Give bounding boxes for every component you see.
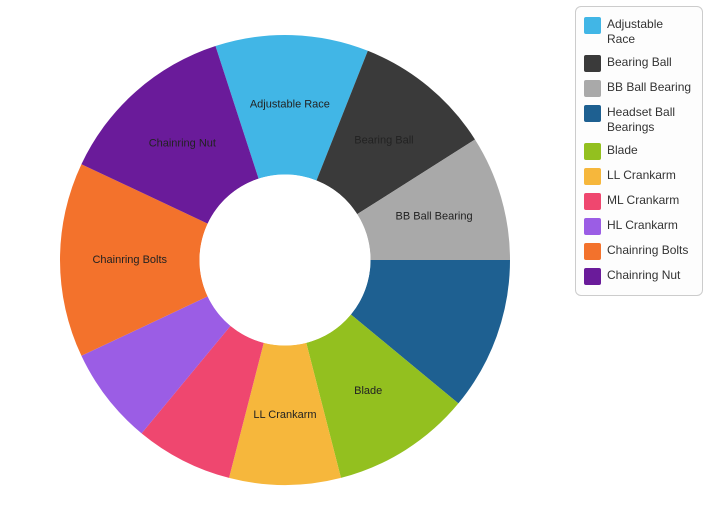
legend-label: Adjustable Race <box>607 17 694 47</box>
legend-label: HL Crankarm <box>607 218 694 233</box>
legend-swatch <box>584 268 601 285</box>
legend-swatch <box>584 193 601 210</box>
legend-swatch <box>584 105 601 122</box>
legend-item[interactable]: Blade <box>582 139 696 164</box>
legend-swatch <box>584 243 601 260</box>
legend-item[interactable]: Adjustable Race <box>582 13 696 51</box>
legend-label: Blade <box>607 143 694 158</box>
legend-item[interactable]: HL Crankarm <box>582 214 696 239</box>
legend-label: Bearing Ball <box>607 55 694 70</box>
legend-label: LL Crankarm <box>607 168 694 183</box>
donut-hole <box>200 175 371 346</box>
legend-item[interactable]: Headset Ball Bearings <box>582 101 696 139</box>
legend-label: Chainring Nut <box>607 268 694 283</box>
legend: Adjustable Race Bearing Ball BB Ball Beari… <box>575 6 703 296</box>
legend-swatch <box>584 168 601 185</box>
legend-label: Headset Ball Bearings <box>607 105 694 135</box>
legend-item[interactable]: Chainring Bolts <box>582 239 696 264</box>
legend-swatch <box>584 80 601 97</box>
legend-label: BB Ball Bearing <box>607 80 694 95</box>
legend-swatch <box>584 218 601 235</box>
legend-item[interactable]: ML Crankarm <box>582 189 696 214</box>
legend-item[interactable]: LL Crankarm <box>582 164 696 189</box>
legend-item[interactable]: BB Ball Bearing <box>582 76 696 101</box>
legend-swatch <box>584 143 601 160</box>
donut-chart: Adjustable RaceBearing BallBB Ball Beari… <box>0 0 560 521</box>
legend-item[interactable]: Chainring Nut <box>582 264 696 289</box>
legend-label: Chainring Bolts <box>607 243 694 258</box>
legend-item[interactable]: Bearing Ball <box>582 51 696 76</box>
legend-swatch <box>584 55 601 72</box>
legend-swatch <box>584 17 601 34</box>
legend-label: ML Crankarm <box>607 193 694 208</box>
